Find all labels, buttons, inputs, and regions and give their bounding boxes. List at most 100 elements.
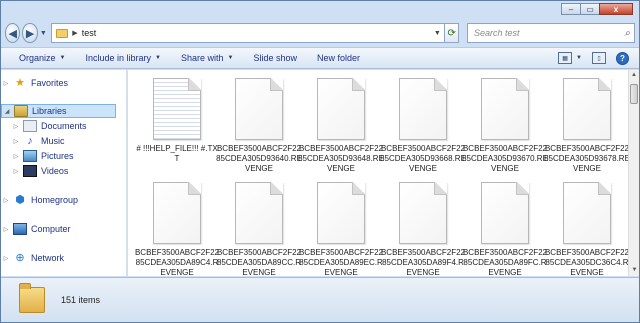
nav-network[interactable]: ▷ ⊕ Network bbox=[1, 251, 64, 265]
toolbar-right-group: ▦ ▼ ▯ ? bbox=[548, 51, 629, 65]
address-dropdown-icon[interactable]: ▼ bbox=[430, 30, 444, 37]
scrollbar-thumb[interactable] bbox=[630, 84, 638, 104]
computer-icon bbox=[13, 223, 27, 235]
file-name: BCBEF3500ABCF2F2285CDEA305DA89FC.REVENGE bbox=[462, 248, 548, 276]
blank-file-icon bbox=[317, 78, 365, 140]
file-item[interactable]: BCBEF3500ABCF2F2285CDEA305DA89C4.REVENGE bbox=[134, 182, 220, 276]
expand-arrow-icon[interactable]: ▷ bbox=[1, 80, 11, 87]
file-item[interactable]: BCBEF3500ABCF2F2285CDEA305DC36C4.REVENGE bbox=[544, 182, 628, 276]
expand-arrow-icon[interactable]: ▷ bbox=[11, 123, 21, 130]
expand-arrow-icon[interactable]: ▷ bbox=[11, 168, 21, 175]
file-item[interactable]: BCBEF3500ABCF2F2285CDEA305D93670.REVENGE bbox=[462, 78, 548, 174]
recent-pages-dropdown[interactable]: ▼ bbox=[40, 30, 47, 37]
file-item[interactable]: BCBEF3500ABCF2F2285CDEA305D93668.REVENGE bbox=[380, 78, 466, 174]
nav-homegroup-label: Homegroup bbox=[31, 195, 79, 205]
file-item[interactable]: BCBEF3500ABCF2F2285CDEA305D93640.REVENGE bbox=[216, 78, 302, 174]
new-folder-label: New folder bbox=[316, 53, 361, 63]
file-name: BCBEF3500ABCF2F2285CDEA305D93640.REVENGE bbox=[216, 144, 302, 173]
include-in-library-label: Include in library bbox=[85, 53, 152, 63]
file-item[interactable]: BCBEF3500ABCF2F2285CDEA305DA89FC.REVENGE bbox=[462, 182, 548, 276]
nav-computer-label: Computer bbox=[31, 224, 71, 234]
nav-videos[interactable]: ▷ Videos bbox=[11, 164, 68, 178]
breadcrumb-current[interactable]: test bbox=[82, 28, 97, 38]
new-folder-button[interactable]: New folder bbox=[317, 53, 360, 63]
expand-arrow-icon[interactable]: ▷ bbox=[1, 255, 11, 262]
blank-file-icon bbox=[563, 182, 611, 244]
vertical-scrollbar[interactable]: ▲ ▼ bbox=[628, 70, 639, 276]
file-item[interactable]: BCBEF3500ABCF2F2285CDEA305DA89F4.REVENGE bbox=[380, 182, 466, 276]
minimize-button[interactable]: – bbox=[561, 3, 581, 15]
folder-icon bbox=[19, 283, 45, 313]
blank-file-icon bbox=[235, 78, 283, 140]
nav-pictures[interactable]: ▷ Pictures bbox=[11, 149, 74, 163]
nav-documents[interactable]: ▷ Documents bbox=[11, 119, 87, 133]
nav-music[interactable]: ▷ ♪ Music bbox=[11, 134, 65, 148]
chevron-down-icon: ▼ bbox=[227, 55, 234, 61]
nav-network-label: Network bbox=[31, 253, 65, 263]
maximize-button[interactable]: ▭ bbox=[580, 3, 600, 15]
forward-button[interactable]: ▶ bbox=[22, 23, 38, 43]
nav-favorites[interactable]: ▷ ★ Favorites bbox=[1, 76, 68, 90]
search-input[interactable] bbox=[473, 28, 614, 38]
file-item[interactable]: # !!!HELP_FILE!!! #.TXT bbox=[134, 78, 220, 164]
videos-icon bbox=[23, 165, 37, 177]
search-box: ⌕ bbox=[466, 23, 635, 43]
file-name: BCBEF3500ABCF2F2285CDEA305DA89EC.REVENGE bbox=[298, 248, 384, 276]
change-view-icon[interactable]: ▦ bbox=[558, 52, 573, 64]
nav-documents-label: Documents bbox=[41, 121, 87, 131]
slide-show-button[interactable]: Slide show bbox=[253, 53, 297, 63]
file-name: BCBEF3500ABCF2F2285CDEA305D93678.REVENGE bbox=[544, 144, 628, 173]
command-bar: Organize ▼ Include in library ▼ Share with… bbox=[1, 47, 639, 69]
nav-favorites-label: Favorites bbox=[31, 78, 69, 88]
share-with-label: Share with bbox=[180, 53, 224, 63]
nav-libraries[interactable]: ◢ Libraries bbox=[1, 104, 116, 118]
nav-pictures-label: Pictures bbox=[41, 151, 74, 161]
file-name: BCBEF3500ABCF2F2285CDEA305DA89F4.REVENGE bbox=[380, 248, 466, 276]
scroll-down-icon[interactable]: ▼ bbox=[629, 265, 640, 276]
scroll-up-icon[interactable]: ▲ bbox=[629, 70, 639, 81]
blank-file-icon bbox=[153, 182, 201, 244]
nav-homegroup[interactable]: ▷ ⬢ Homegroup bbox=[1, 193, 78, 207]
file-item[interactable]: BCBEF3500ABCF2F2285CDEA305D93678.REVENGE bbox=[544, 78, 628, 174]
text-file-icon bbox=[153, 78, 201, 140]
back-arrow-icon: ◀ bbox=[8, 27, 17, 40]
breadcrumb-separator-icon[interactable]: ▶ bbox=[72, 29, 77, 37]
refresh-button[interactable]: ⟳ bbox=[445, 23, 459, 43]
homegroup-icon: ⬢ bbox=[15, 194, 25, 206]
blank-file-icon bbox=[317, 182, 365, 244]
file-name: BCBEF3500ABCF2F2285CDEA305D93648.REVENGE bbox=[298, 144, 384, 173]
file-name: BCBEF3500ABCF2F2285CDEA305D93670.REVENGE bbox=[462, 144, 548, 173]
explorer-window: – ▭ x ◀ ▶ ▼ ▶ test ▼ ⟳ ⌕ Organize▼ Inclu… bbox=[0, 0, 640, 323]
share-with-menu[interactable]: Share with ▼ bbox=[181, 53, 233, 63]
libraries-icon bbox=[14, 105, 28, 117]
chevron-down-icon: ▼ bbox=[155, 55, 161, 61]
file-name: BCBEF3500ABCF2F2285CDEA305DA89C4.REVENGE bbox=[134, 248, 220, 276]
address-bar[interactable]: ▶ test ▼ bbox=[51, 23, 446, 43]
address-row: ◀ ▶ ▼ ▶ test ▼ ⟳ ⌕ bbox=[5, 21, 635, 45]
file-item[interactable]: BCBEF3500ABCF2F2285CDEA305D93648.REVENGE bbox=[298, 78, 384, 174]
expand-arrow-icon[interactable]: ▷ bbox=[11, 153, 21, 160]
collapse-arrow-icon[interactable]: ◢ bbox=[2, 108, 12, 115]
expand-arrow-icon[interactable]: ▷ bbox=[11, 138, 21, 145]
folder-icon bbox=[56, 28, 69, 38]
back-button[interactable]: ◀ bbox=[5, 23, 21, 43]
organize-menu[interactable]: Organize ▼ bbox=[19, 53, 65, 63]
slide-show-label: Slide show bbox=[253, 53, 297, 63]
file-item[interactable]: BCBEF3500ABCF2F2285CDEA305DA89CC.REVENGE bbox=[216, 182, 302, 276]
expand-arrow-icon[interactable]: ▷ bbox=[1, 226, 11, 233]
view-dropdown-icon[interactable]: ▼ bbox=[576, 55, 582, 61]
documents-icon bbox=[23, 120, 37, 132]
file-name: BCBEF3500ABCF2F2285CDEA305DA89CC.REVENGE bbox=[216, 248, 302, 276]
include-in-library-menu[interactable]: Include in library ▼ bbox=[85, 53, 160, 63]
expand-arrow-icon[interactable]: ▷ bbox=[1, 197, 11, 204]
help-icon[interactable]: ? bbox=[616, 51, 629, 65]
search-icon[interactable]: ⌕ bbox=[624, 28, 630, 39]
music-icon: ♪ bbox=[27, 135, 33, 147]
blank-file-icon bbox=[481, 78, 529, 140]
preview-pane-icon[interactable]: ▯ bbox=[592, 52, 606, 64]
nav-computer[interactable]: ▷ Computer bbox=[1, 222, 71, 236]
file-item[interactable]: BCBEF3500ABCF2F2285CDEA305DA89EC.REVENGE bbox=[298, 182, 384, 276]
refresh-icon: ⟳ bbox=[447, 27, 456, 39]
close-button[interactable]: x bbox=[599, 3, 633, 15]
blank-file-icon bbox=[481, 182, 529, 244]
